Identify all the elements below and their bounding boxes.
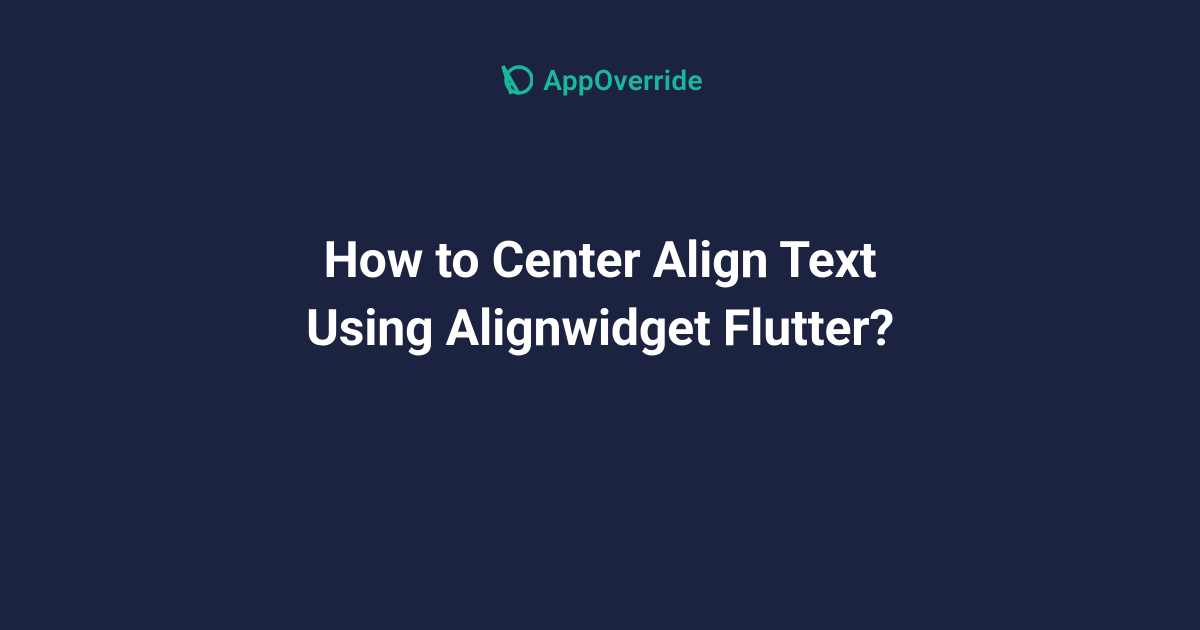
appoverride-logo-icon	[497, 62, 533, 98]
page-title: How to Center Align Text Using Alignwidg…	[306, 228, 894, 363]
heading-block: How to Center Align Text Using Alignwidg…	[266, 228, 934, 363]
brand-name: AppOverride	[543, 64, 703, 97]
title-line-2: Using Alignwidget Flutter?	[306, 300, 894, 358]
title-line-1: How to Center Align Text	[323, 232, 876, 290]
brand-logo: AppOverride	[497, 62, 703, 98]
